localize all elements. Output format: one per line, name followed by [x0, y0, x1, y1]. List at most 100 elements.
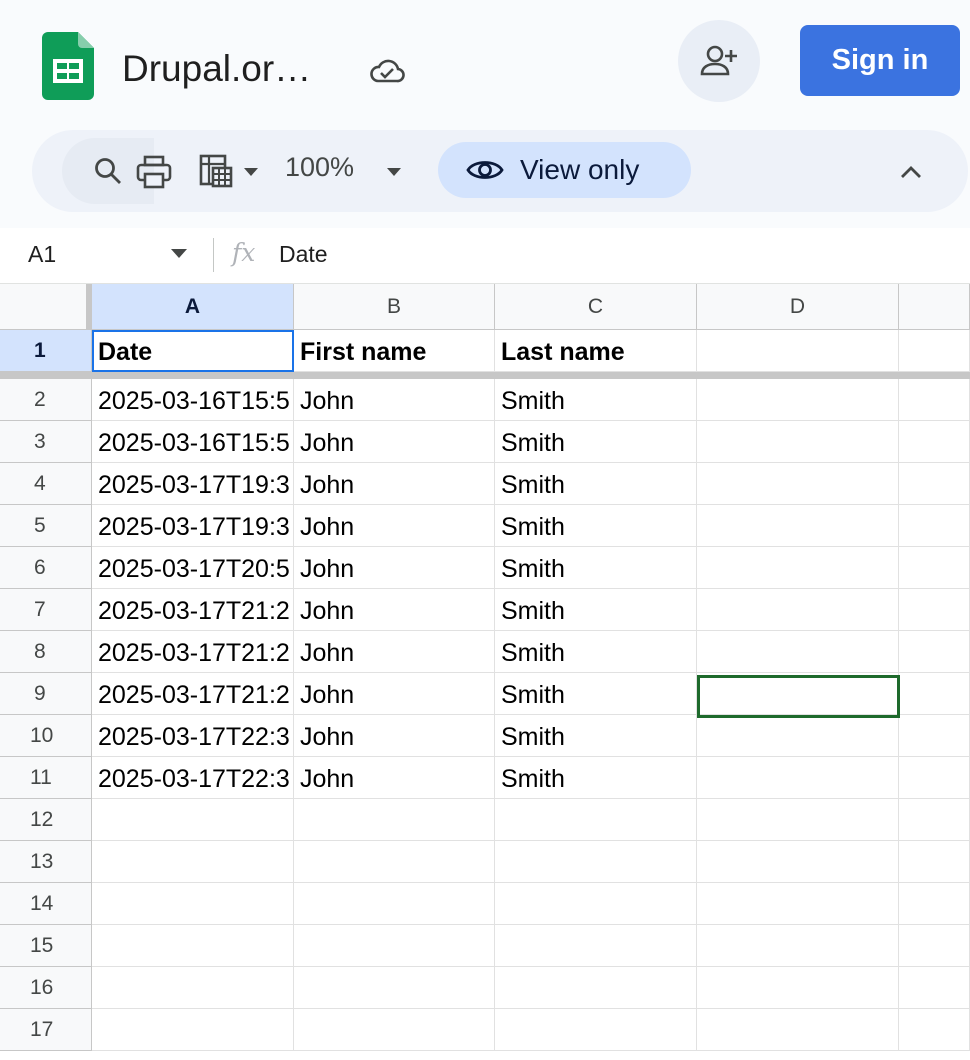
print-button[interactable]	[134, 152, 174, 192]
cell-A7[interactable]: 2025-03-17T21:2	[92, 589, 294, 631]
cell-E9[interactable]	[899, 673, 970, 715]
row-header-11[interactable]: 11	[0, 757, 92, 799]
google-sheets-logo[interactable]	[42, 32, 94, 100]
row-header-10[interactable]: 10	[0, 715, 92, 757]
cell-E12[interactable]	[899, 799, 970, 841]
name-box[interactable]: A1	[28, 241, 56, 268]
cell-A5[interactable]: 2025-03-17T19:3	[92, 505, 294, 547]
cell-E6[interactable]	[899, 547, 970, 589]
cell-A4[interactable]: 2025-03-17T19:3	[92, 463, 294, 505]
cell-E11[interactable]	[899, 757, 970, 799]
cell-A12[interactable]	[92, 799, 294, 841]
row-header-16[interactable]: 16	[0, 967, 92, 1009]
row-header-6[interactable]: 6	[0, 547, 92, 589]
document-title[interactable]: Drupal.or…	[122, 48, 311, 90]
row-header-12[interactable]: 12	[0, 799, 92, 841]
cell-D15[interactable]	[697, 925, 899, 967]
cell-B3[interactable]: John	[294, 421, 495, 463]
cell-E16[interactable]	[899, 967, 970, 1009]
cell-D4[interactable]	[697, 463, 899, 505]
cell-D6[interactable]	[697, 547, 899, 589]
cell-B16[interactable]	[294, 967, 495, 1009]
cell-E1[interactable]	[899, 330, 970, 372]
zoom-dropdown-icon[interactable]	[386, 167, 402, 177]
cell-C12[interactable]	[495, 799, 697, 841]
cell-C1[interactable]: Last name	[495, 330, 697, 372]
name-box-dropdown-icon[interactable]	[170, 248, 188, 259]
chevron-up-icon[interactable]	[900, 165, 922, 179]
cell-E5[interactable]	[899, 505, 970, 547]
cell-C4[interactable]: Smith	[495, 463, 697, 505]
cell-E17[interactable]	[899, 1009, 970, 1051]
select-all-corner[interactable]	[0, 284, 92, 330]
cell-D11[interactable]	[697, 757, 899, 799]
cell-D3[interactable]	[697, 421, 899, 463]
zoom-select[interactable]: 100%	[285, 152, 354, 183]
cell-E13[interactable]	[899, 841, 970, 883]
column-header-b[interactable]: B	[294, 284, 495, 330]
cell-B9[interactable]: John	[294, 673, 495, 715]
cell-A9[interactable]: 2025-03-17T21:2	[92, 673, 294, 715]
column-header-a[interactable]: A	[92, 284, 294, 330]
cell-B12[interactable]	[294, 799, 495, 841]
cell-C2[interactable]: Smith	[495, 379, 697, 421]
cell-E8[interactable]	[899, 631, 970, 673]
cell-B7[interactable]: John	[294, 589, 495, 631]
cell-C7[interactable]: Smith	[495, 589, 697, 631]
row-header-8[interactable]: 8	[0, 631, 92, 673]
cell-D17[interactable]	[697, 1009, 899, 1051]
row-header-9[interactable]: 9	[0, 673, 92, 715]
cell-A6[interactable]: 2025-03-17T20:5	[92, 547, 294, 589]
cell-A11[interactable]: 2025-03-17T22:3	[92, 757, 294, 799]
cell-B14[interactable]	[294, 883, 495, 925]
cell-D16[interactable]	[697, 967, 899, 1009]
cell-A15[interactable]	[92, 925, 294, 967]
cloud-check-icon[interactable]	[368, 56, 406, 86]
cell-D13[interactable]	[697, 841, 899, 883]
cell-B11[interactable]: John	[294, 757, 495, 799]
column-header-c[interactable]: C	[495, 284, 697, 330]
row-header-13[interactable]: 13	[0, 841, 92, 883]
cell-B15[interactable]	[294, 925, 495, 967]
row-header-17[interactable]: 17	[0, 1009, 92, 1051]
row-header-1[interactable]: 1	[0, 330, 92, 372]
row-header-15[interactable]: 15	[0, 925, 92, 967]
row-header-2[interactable]: 2	[0, 379, 92, 421]
cell-D5[interactable]	[697, 505, 899, 547]
cell-A3[interactable]: 2025-03-16T15:5	[92, 421, 294, 463]
share-button[interactable]	[678, 20, 760, 102]
row-header-14[interactable]: 14	[0, 883, 92, 925]
cell-A16[interactable]	[92, 967, 294, 1009]
cell-B6[interactable]: John	[294, 547, 495, 589]
cell-B1[interactable]: First name	[294, 330, 495, 372]
cell-E3[interactable]	[899, 421, 970, 463]
cell-B8[interactable]: John	[294, 631, 495, 673]
cell-C14[interactable]	[495, 883, 697, 925]
cell-A13[interactable]	[92, 841, 294, 883]
freeze-row-divider[interactable]	[0, 372, 970, 379]
view-only-button[interactable]: View only	[438, 142, 691, 198]
cell-E15[interactable]	[899, 925, 970, 967]
cell-C3[interactable]: Smith	[495, 421, 697, 463]
column-header-e[interactable]	[899, 284, 970, 330]
cell-E2[interactable]	[899, 379, 970, 421]
cell-B17[interactable]	[294, 1009, 495, 1051]
cell-A2[interactable]: 2025-03-16T15:5	[92, 379, 294, 421]
cell-B10[interactable]: John	[294, 715, 495, 757]
formula-input[interactable]: Date	[279, 241, 328, 268]
cell-C15[interactable]	[495, 925, 697, 967]
cell-B13[interactable]	[294, 841, 495, 883]
cell-D12[interactable]	[697, 799, 899, 841]
cell-A10[interactable]: 2025-03-17T22:3	[92, 715, 294, 757]
spreadsheet-grid[interactable]: A B C D 1 Date First name Last name 2 2025-03-16T…	[0, 284, 970, 1060]
cell-D10[interactable]	[697, 715, 899, 757]
row-header-5[interactable]: 5	[0, 505, 92, 547]
format-dropdown-button[interactable]	[194, 150, 264, 194]
cell-C17[interactable]	[495, 1009, 697, 1051]
cell-E7[interactable]	[899, 589, 970, 631]
cell-E14[interactable]	[899, 883, 970, 925]
cell-C8[interactable]: Smith	[495, 631, 697, 673]
cell-C13[interactable]	[495, 841, 697, 883]
cell-D14[interactable]	[697, 883, 899, 925]
cell-D2[interactable]	[697, 379, 899, 421]
